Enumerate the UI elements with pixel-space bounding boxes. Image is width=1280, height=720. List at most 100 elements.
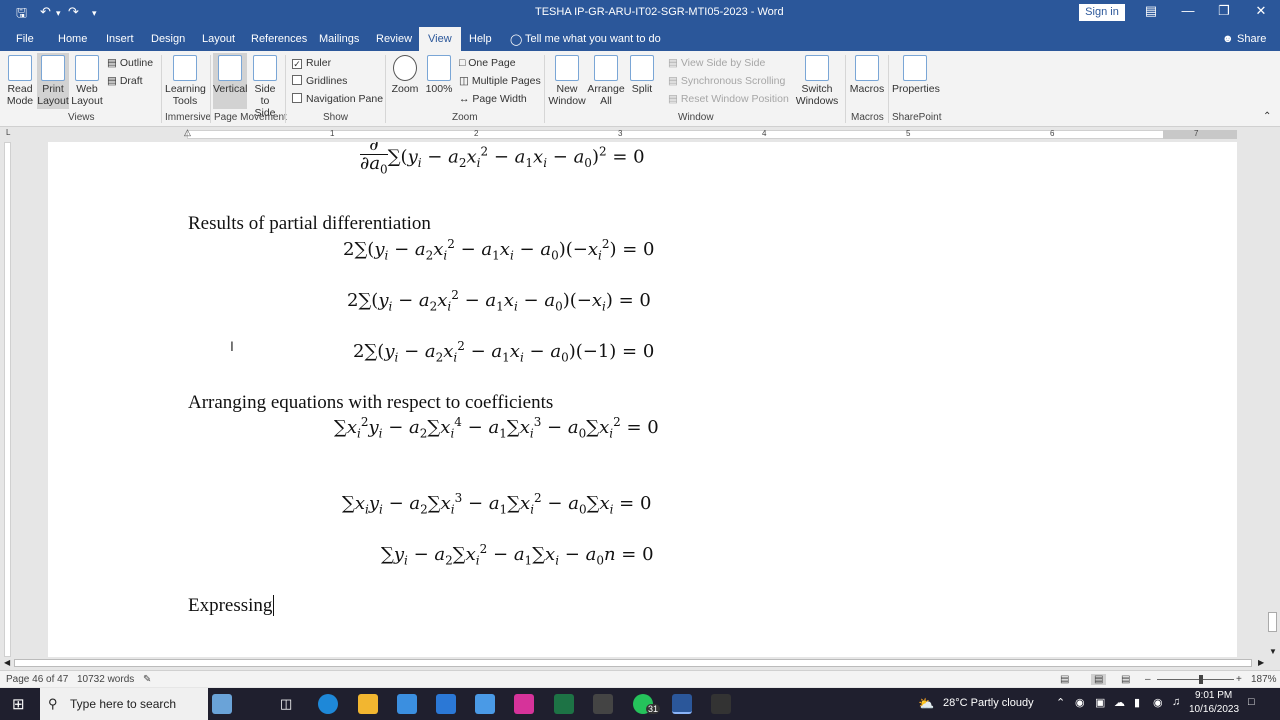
tab-design[interactable]: Design xyxy=(151,33,185,45)
switch-windows-button[interactable]: Switch Windows xyxy=(793,55,841,107)
save-icon[interactable]: 🖫 xyxy=(16,4,27,26)
tab-home[interactable]: Home xyxy=(58,33,87,45)
split-button[interactable]: Split xyxy=(627,55,657,95)
equation-partial-derivative[interactable]: ∂ ∂a0 ∑(yi − a2xi2 − a1xi − a0)2 = 0 xyxy=(360,142,645,179)
taskbar-search[interactable]: ⚲ Type here to search xyxy=(40,688,208,720)
collapse-ribbon-icon[interactable]: ⌃ xyxy=(1263,111,1271,122)
edge-icon[interactable] xyxy=(318,694,338,714)
equation-result-3[interactable]: 2∑(yi − a2xi2 − a1xi − a0)(−1) = 0 xyxy=(353,339,654,365)
search-highlight-icon[interactable] xyxy=(212,694,232,714)
wifi-icon[interactable]: ◉ xyxy=(1153,696,1163,709)
mail-icon[interactable] xyxy=(436,694,456,714)
undo-icon[interactable]: ↶ xyxy=(40,4,51,20)
notifications-icon[interactable]: □ xyxy=(1248,696,1255,708)
minimize-icon[interactable]: — xyxy=(1176,3,1200,18)
macros-button[interactable]: Macros xyxy=(849,55,885,95)
tab-view[interactable]: View xyxy=(419,27,461,51)
heading-arranging-equations[interactable]: Arranging equations with respect to coef… xyxy=(188,392,553,414)
clock-date[interactable]: 10/16/2023 xyxy=(1189,704,1239,715)
learning-tools-button[interactable]: Learning Tools xyxy=(165,55,206,107)
equation-arranged-3[interactable]: ∑yi − a2∑xi2 − a1∑xi − a0n = 0 xyxy=(381,542,654,568)
gridlines-checkbox[interactable]: Gridlines xyxy=(292,75,347,87)
horizontal-ruler[interactable]: L △ 1 2 3 4 5 6 7 xyxy=(0,127,1280,142)
equation-arranged-1[interactable]: ∑xi2yi − a2∑xi4 − a1∑xi3 − a0∑xi2 = 0 xyxy=(334,415,659,441)
tab-file[interactable]: File xyxy=(16,33,34,45)
close-icon[interactable]: ✕ xyxy=(1249,3,1273,19)
sign-in-button[interactable]: Sign in xyxy=(1079,4,1125,21)
terminal-icon[interactable] xyxy=(593,694,613,714)
weather-icon[interactable]: ⛅ xyxy=(918,696,934,712)
multiple-pages-button[interactable]: ◫ Multiple Pages xyxy=(459,75,541,87)
instagram-icon[interactable] xyxy=(514,694,534,714)
pen-icon[interactable] xyxy=(475,694,495,714)
scroll-down-icon[interactable]: ▼ xyxy=(1269,647,1277,656)
reset-window-position-button[interactable]: ▤ Reset Window Position xyxy=(668,93,789,105)
proofing-icon[interactable]: ✎ xyxy=(143,674,151,685)
side-to-side-button[interactable]: Side to Side xyxy=(249,55,281,119)
read-mode-button[interactable]: Read Mode xyxy=(4,55,36,107)
zoom-level[interactable]: 187% xyxy=(1251,674,1277,685)
meet-now-icon[interactable]: ▣ xyxy=(1095,696,1105,709)
zoom-slider[interactable] xyxy=(1157,679,1234,680)
word-count[interactable]: 10732 words xyxy=(77,674,134,685)
tab-review[interactable]: Review xyxy=(376,33,412,45)
tab-mailings[interactable]: Mailings xyxy=(319,33,359,45)
undo-dropdown-icon[interactable]: ▾ xyxy=(56,8,61,19)
file-explorer-icon[interactable] xyxy=(358,694,378,714)
paragraph-expressing[interactable]: Expressing xyxy=(188,595,280,617)
redo-icon[interactable]: ↷ xyxy=(68,4,79,20)
horizontal-scrollbar[interactable]: ◀ ▶ xyxy=(0,657,1280,670)
clock-time[interactable]: 9:01 PM xyxy=(1195,690,1232,701)
equation-arranged-2[interactable]: ∑xiyi − a2∑xi3 − a1∑xi2 − a0∑xi = 0 xyxy=(342,491,651,517)
tab-help[interactable]: Help xyxy=(469,33,492,45)
vertical-button[interactable]: Vertical xyxy=(213,53,247,109)
volume-icon[interactable]: ♫ xyxy=(1172,696,1180,708)
zoom-100-button[interactable]: 100% xyxy=(424,55,454,95)
arrange-all-button[interactable]: Arrange All xyxy=(587,55,625,107)
camera-icon[interactable] xyxy=(711,694,731,714)
properties-button[interactable]: Properties xyxy=(892,55,940,95)
windows-start-icon[interactable]: ⊞ xyxy=(12,695,25,713)
heading-results-partial-differentiation[interactable]: Results of partial differentiation xyxy=(188,213,431,235)
synchronous-scrolling-button[interactable]: ▤ Synchronous Scrolling xyxy=(668,75,785,87)
one-page-button[interactable]: □ One Page xyxy=(459,57,516,69)
draft-button[interactable]: ▤ Draft xyxy=(107,75,143,87)
web-layout-button[interactable]: Web Layout xyxy=(71,55,103,107)
excel-icon[interactable] xyxy=(554,694,574,714)
tray-app-icon[interactable]: ◉ xyxy=(1075,696,1085,709)
onedrive-icon[interactable]: ☁ xyxy=(1114,696,1125,709)
page-count[interactable]: Page 46 of 47 xyxy=(6,674,68,685)
zoom-in-icon[interactable]: + xyxy=(1236,674,1242,685)
print-layout-view-icon[interactable]: ▤ xyxy=(1091,674,1107,685)
read-mode-view-icon[interactable]: ▤ xyxy=(1060,674,1069,685)
new-window-button[interactable]: New Window xyxy=(548,55,586,107)
outline-button[interactable]: ▤ Outline xyxy=(107,57,153,69)
equation-result-1[interactable]: 2∑(yi − a2xi2 − a1xi − a0)(−xi2) = 0 xyxy=(343,237,654,263)
share-button[interactable]: Share xyxy=(1237,33,1266,45)
customize-qat-icon[interactable]: ▾ xyxy=(92,8,97,19)
vertical-scrollbar[interactable]: ▼ xyxy=(1265,142,1280,657)
navigation-pane-checkbox[interactable]: Navigation Pane xyxy=(292,93,383,105)
scrollbar-track[interactable] xyxy=(14,659,1252,667)
zoom-slider-thumb[interactable] xyxy=(1199,675,1203,684)
tab-insert[interactable]: Insert xyxy=(106,33,134,45)
word-icon[interactable] xyxy=(672,694,692,714)
print-layout-button[interactable]: Print Layout xyxy=(37,53,69,109)
tab-selector-icon[interactable]: L xyxy=(6,128,10,137)
task-view-icon[interactable]: ◫ xyxy=(280,696,292,712)
ruler-checkbox[interactable]: ✓ Ruler xyxy=(292,57,331,69)
document-page[interactable]: ∂ ∂a0 ∑(yi − a2xi2 − a1xi − a0)2 = 0 Res… xyxy=(48,142,1237,657)
equation-result-2[interactable]: 2∑(yi − a2xi2 − a1xi − a0)(−xi) = 0 xyxy=(347,288,651,314)
show-hidden-icons-icon[interactable]: ⌃ xyxy=(1056,696,1065,709)
tell-me-search[interactable]: Tell me what you want to do xyxy=(525,33,661,45)
zoom-button[interactable]: Zoom xyxy=(390,55,420,95)
maximize-icon[interactable]: ❐ xyxy=(1212,3,1236,19)
page-width-button[interactable]: ↔ Page Width xyxy=(459,93,527,105)
scroll-right-icon[interactable]: ▶ xyxy=(1258,658,1264,667)
view-side-by-side-button[interactable]: ▤ View Side by Side xyxy=(668,57,765,69)
scroll-left-icon[interactable]: ◀ xyxy=(4,658,10,667)
microsoft-store-icon[interactable] xyxy=(397,694,417,714)
scrollbar-thumb[interactable] xyxy=(1268,612,1277,632)
weather-text[interactable]: 28°C Partly cloudy xyxy=(943,697,1034,709)
web-layout-view-icon[interactable]: ▤ xyxy=(1121,674,1130,685)
